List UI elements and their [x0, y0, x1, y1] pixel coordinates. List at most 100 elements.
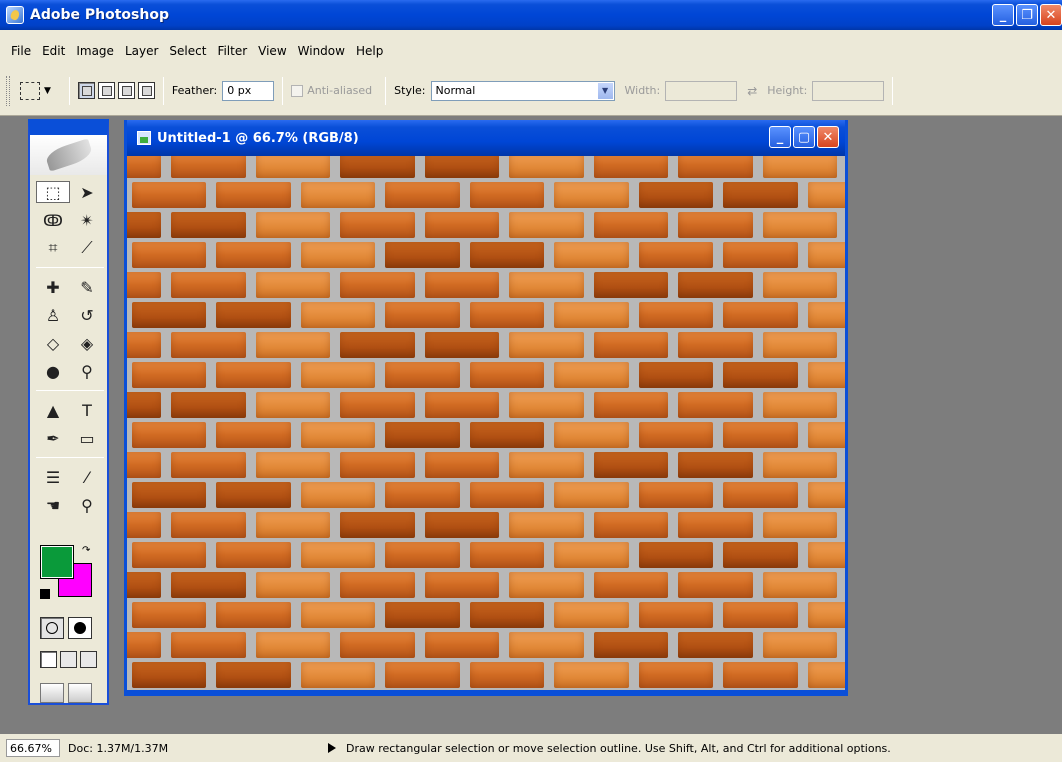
doc-close-button[interactable]: ✕	[817, 126, 839, 148]
brick-row	[127, 660, 845, 690]
menu-select[interactable]: Select	[164, 44, 212, 58]
brick	[762, 452, 837, 478]
style-select[interactable]: Normal ▼	[430, 80, 615, 101]
slice-icon[interactable]: ⟋	[70, 237, 104, 259]
menu-edit[interactable]: Edit	[37, 44, 71, 58]
move-icon[interactable]: ➤	[70, 181, 104, 203]
menu-window[interactable]: Window	[293, 44, 351, 58]
rectangular-marquee-icon[interactable]: ⬚	[36, 181, 70, 203]
rectangle-shape-icon[interactable]: ▭	[70, 427, 104, 449]
brick-row	[127, 180, 845, 210]
blur-icon[interactable]: ●	[36, 360, 70, 382]
menu-help[interactable]: Help	[351, 44, 389, 58]
paint-bucket-icon[interactable]: ◈	[70, 332, 104, 354]
brush-icon[interactable]: ✎	[70, 276, 104, 298]
close-button[interactable]: ✕	[1040, 4, 1062, 26]
intersect-selection-icon[interactable]	[137, 82, 155, 99]
add-to-selection-icon[interactable]	[97, 82, 115, 99]
brick	[554, 182, 629, 208]
separator	[385, 76, 387, 105]
brick	[216, 242, 291, 268]
eyedropper-icon[interactable]: ⁄	[70, 466, 104, 488]
brick	[127, 512, 162, 538]
brick	[723, 482, 798, 508]
menu-view[interactable]: View	[253, 44, 292, 58]
separator	[162, 76, 164, 105]
healing-brush-icon[interactable]: ✚	[36, 276, 70, 298]
antialiased-label: Anti-aliased	[307, 84, 373, 97]
swap-colors-icon[interactable]: ↷	[82, 545, 90, 556]
status-arrow-icon[interactable]	[328, 742, 336, 753]
default-colors-icon[interactable]	[40, 589, 50, 599]
brick	[807, 602, 845, 628]
brick	[593, 156, 669, 178]
feather-input[interactable]	[222, 80, 275, 101]
brick	[678, 572, 753, 598]
full-screen-menu-mode-icon[interactable]	[60, 651, 77, 668]
lasso-icon[interactable]: ↂ	[36, 209, 70, 231]
history-brush-icon[interactable]: ↺	[70, 304, 104, 326]
new-selection-icon[interactable]	[77, 82, 95, 99]
menu-filter[interactable]: Filter	[212, 44, 253, 58]
eraser-icon[interactable]: ◇	[36, 332, 70, 354]
brick	[127, 392, 162, 418]
swap-width-height-icon[interactable]: ⇄	[747, 84, 757, 98]
brick	[638, 302, 714, 328]
brick	[171, 272, 246, 298]
type-icon[interactable]: T	[70, 399, 104, 421]
brick	[132, 482, 207, 508]
brick	[385, 182, 460, 208]
tool-preset-dropdown-icon[interactable]: ▼	[44, 86, 51, 96]
brick	[638, 422, 714, 448]
brick-wall-canvas[interactable]	[127, 156, 845, 690]
brick	[255, 272, 331, 298]
brick	[509, 512, 584, 538]
chevron-down-icon[interactable]: ▼	[596, 81, 614, 100]
hand-icon[interactable]: ☚	[36, 494, 70, 516]
brick	[807, 482, 845, 508]
brick	[255, 572, 331, 598]
menu-file[interactable]: File	[6, 44, 37, 58]
zoom-icon[interactable]: ⚲	[70, 494, 104, 516]
quick-mask-mode-button[interactable]	[68, 617, 92, 639]
menu-image[interactable]: Image	[71, 44, 120, 58]
menu-layer[interactable]: Layer	[120, 44, 164, 58]
width-input[interactable]	[665, 80, 738, 101]
magic-wand-icon[interactable]: ✴	[70, 209, 104, 231]
brick	[723, 662, 798, 688]
minimize-button[interactable]: _	[992, 4, 1014, 26]
zoom-level-field[interactable]: 66.67%	[6, 739, 60, 757]
dodge-icon[interactable]: ⚲	[70, 360, 104, 382]
edit-in-imageready-icon[interactable]	[68, 683, 92, 703]
brick-row	[127, 390, 842, 420]
jump-to-imageready-icon[interactable]	[40, 683, 64, 703]
tool-preset-marquee-icon[interactable]	[20, 81, 40, 100]
document-titlebar[interactable]: Untitled-1 @ 66.7% (RGB/8) _ ▢ ✕	[127, 120, 845, 156]
path-selection-icon[interactable]: ▲	[36, 399, 70, 421]
brick	[385, 242, 460, 268]
document-size-info[interactable]: Doc: 1.37M/1.37M	[68, 742, 268, 755]
toolbox-header[interactable]	[30, 135, 107, 175]
style-label: Style:	[394, 84, 426, 97]
restore-button[interactable]: ❐	[1016, 4, 1038, 26]
pen-icon[interactable]: ✒	[36, 427, 70, 449]
standard-screen-mode-icon[interactable]	[40, 651, 57, 668]
standard-mode-button[interactable]	[40, 617, 64, 639]
clone-stamp-icon[interactable]: ♙	[36, 304, 70, 326]
brick	[385, 602, 460, 628]
brick	[678, 392, 753, 418]
options-grip[interactable]	[6, 75, 10, 106]
crop-icon[interactable]: ⌗	[36, 237, 70, 259]
full-screen-mode-icon[interactable]	[80, 651, 97, 668]
doc-minimize-button[interactable]: _	[769, 126, 791, 148]
brick	[638, 242, 714, 268]
subtract-from-selection-icon[interactable]	[117, 82, 135, 99]
height-input[interactable]	[812, 80, 885, 101]
brick	[255, 452, 331, 478]
antialiased-checkbox[interactable]	[291, 84, 304, 97]
notes-icon[interactable]: ☰	[36, 466, 70, 488]
brick	[424, 272, 500, 298]
brick	[762, 632, 837, 658]
foreground-color-swatch[interactable]	[40, 545, 74, 579]
doc-maximize-button[interactable]: ▢	[793, 126, 815, 148]
